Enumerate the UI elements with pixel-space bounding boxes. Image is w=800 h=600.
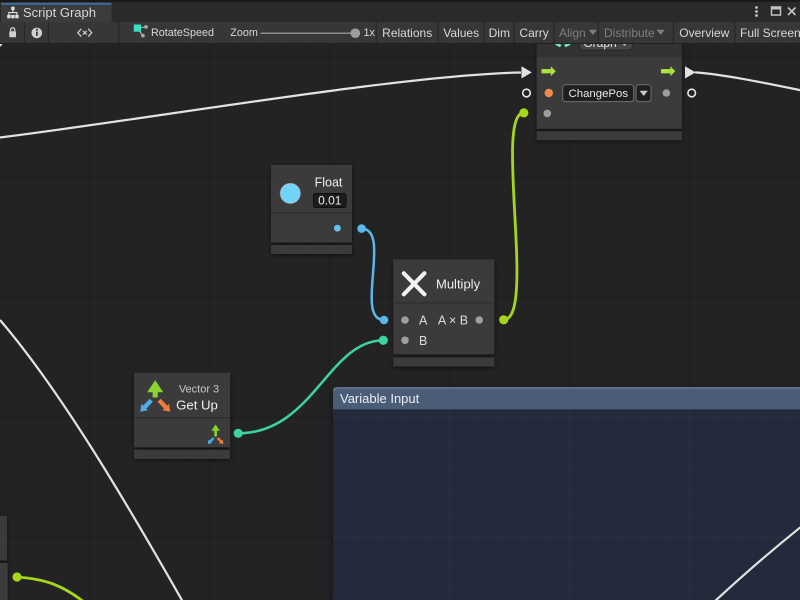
svg-text:Overview: Overview — [679, 26, 729, 40]
svg-text:B: B — [419, 334, 427, 348]
svg-text:Full Screen: Full Screen — [740, 26, 800, 40]
svg-text:Variable Input: Variable Input — [340, 391, 420, 406]
svg-text:A: A — [419, 314, 428, 328]
svg-text:Align: Align — [559, 26, 586, 40]
svg-text:Zoom: Zoom — [230, 27, 258, 39]
svg-text:0.01: 0.01 — [318, 194, 342, 208]
svg-text:Get Up: Get Up — [176, 398, 218, 413]
svg-text:Float: Float — [315, 176, 343, 190]
svg-text:Vector 3: Vector 3 — [179, 384, 219, 396]
svg-text:1x: 1x — [364, 27, 376, 39]
svg-text:RotateSpeed: RotateSpeed — [151, 27, 214, 39]
svg-text:Relations: Relations — [382, 26, 432, 40]
svg-text:ChangePos: ChangePos — [569, 88, 629, 100]
svg-text:Values: Values — [443, 26, 479, 40]
svg-text:Carry: Carry — [519, 26, 548, 40]
svg-text:Distribute: Distribute — [604, 26, 655, 40]
svg-text:Dim: Dim — [489, 26, 510, 40]
svg-text:Multiply: Multiply — [436, 277, 481, 292]
svg-text:Script Graph: Script Graph — [23, 5, 96, 20]
svg-text:A × B: A × B — [438, 314, 468, 328]
